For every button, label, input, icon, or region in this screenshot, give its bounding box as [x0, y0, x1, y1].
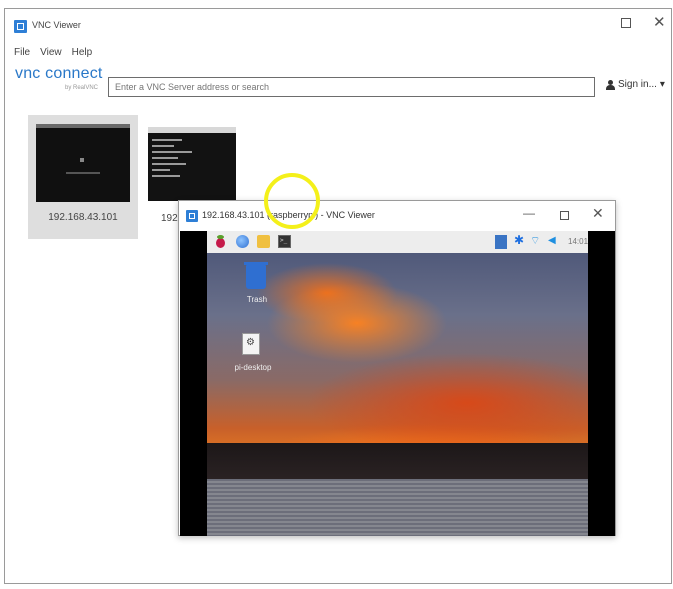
settings-file-icon: [242, 333, 260, 355]
desktop-wallpaper: Trash pi-desktop: [207, 253, 588, 536]
search-input[interactable]: [108, 77, 595, 97]
wifi-icon[interactable]: ⌔: [530, 234, 543, 247]
connection-thumbnail: [36, 124, 130, 202]
maximize-icon[interactable]: [560, 211, 569, 220]
bluetooth-icon[interactable]: ✱: [514, 233, 527, 247]
raspberry-pi-taskbar: ✱ ⌔ ◀ 14:01: [207, 231, 588, 253]
logo-text: vnc connect: [15, 65, 103, 82]
menu-bar: File View Help: [14, 47, 92, 61]
remote-desktop-view[interactable]: ✱ ⌔ ◀ 14:01 Trash pi-desktop: [180, 231, 615, 536]
wallpaper-horizon: [207, 443, 588, 479]
window-title: VNC Viewer: [32, 20, 81, 30]
main-titlebar[interactable]: VNC Viewer ✕: [5, 9, 671, 37]
wallpaper-water: [207, 479, 588, 536]
sign-in-button[interactable]: Sign in... ▾: [606, 79, 665, 90]
volume-icon[interactable]: ◀: [548, 235, 561, 248]
desktop-icon-label: pi-desktop: [234, 363, 272, 372]
desktop-trash-shortcut[interactable]: Trash: [227, 262, 287, 315]
connection-label: 192.168.43.101: [48, 212, 118, 223]
logo-subtext: by RealVNC: [65, 85, 99, 91]
maximize-icon[interactable]: [621, 18, 631, 28]
trash-icon: [244, 262, 268, 289]
connection-thumbnail: [148, 127, 236, 201]
menu-item-help[interactable]: Help: [72, 47, 93, 61]
terminal-icon[interactable]: [278, 235, 291, 248]
close-icon[interactable]: ✕: [653, 13, 666, 31]
chevron-down-icon: ▾: [659, 79, 665, 90]
sign-in-label: Sign in...: [618, 79, 657, 90]
vnc-viewer-app-icon: [14, 20, 27, 33]
desktop-icon-label: Trash: [246, 295, 268, 304]
vnc-icon[interactable]: [495, 235, 507, 249]
desktop-file-shortcut[interactable]: pi-desktop: [217, 333, 289, 383]
folder-icon[interactable]: [257, 235, 270, 248]
minimize-icon[interactable]: —: [523, 206, 535, 220]
browser-icon[interactable]: [236, 235, 249, 248]
vnc-connect-logo: vnc connect by RealVNC: [15, 65, 111, 101]
raspberry-icon[interactable]: [214, 235, 227, 248]
close-icon[interactable]: ✕: [592, 205, 604, 222]
remote-titlebar[interactable]: 192.168.43.101 (raspberrypi) - VNC Viewe…: [179, 201, 615, 231]
taskbar-clock: 14:01: [568, 237, 589, 246]
menu-item-view[interactable]: View: [40, 47, 62, 61]
user-icon: [606, 79, 615, 90]
cursor-highlight-ring: [264, 173, 320, 229]
menu-item-file[interactable]: File: [14, 47, 30, 61]
remote-session-window: 192.168.43.101 (raspberrypi) - VNC Viewe…: [178, 200, 616, 536]
vnc-viewer-app-icon: [186, 210, 198, 222]
connection-tile[interactable]: 192.168.43.101: [28, 115, 138, 239]
